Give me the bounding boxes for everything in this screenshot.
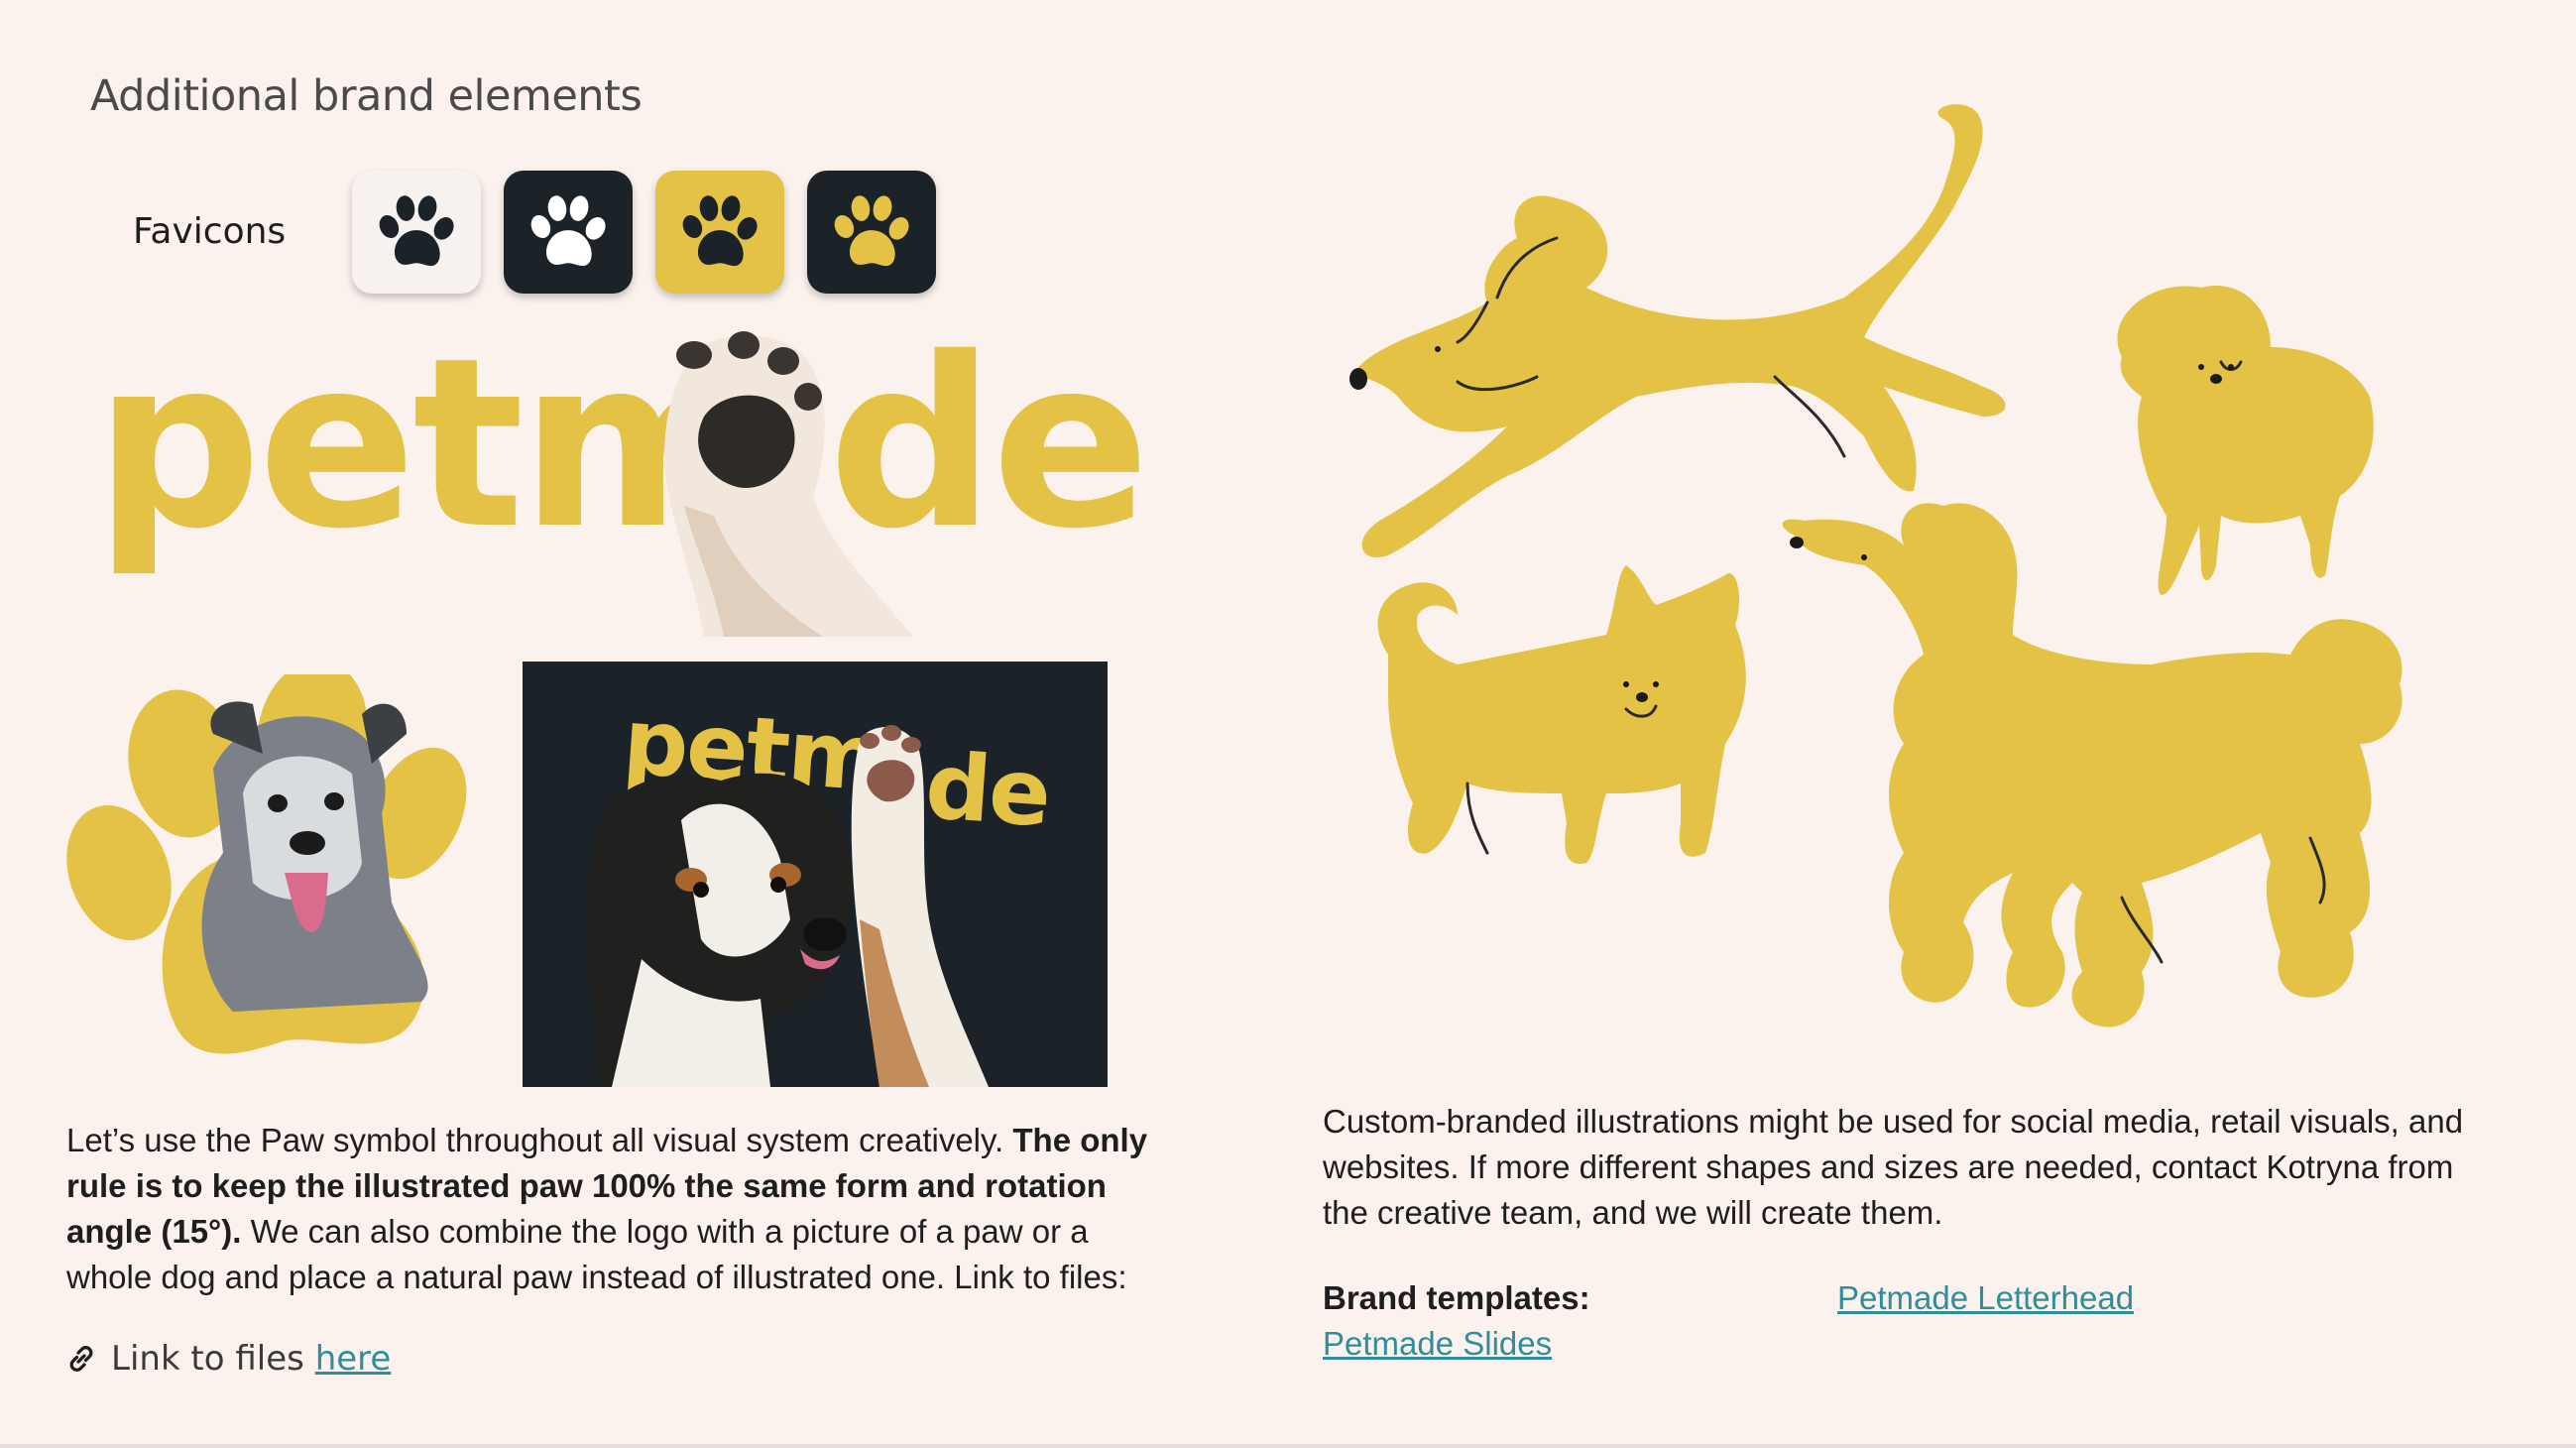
logo-photo-card: petm de (523, 662, 1108, 1087)
paw-icon (682, 195, 758, 267)
link-icon (69, 1346, 93, 1372)
favicon-yellow (655, 171, 784, 294)
favicons-label: Favicons (133, 211, 287, 252)
favicon-dark-white (504, 171, 633, 294)
natural-paw-photo (664, 331, 912, 637)
dog-waving-photo (587, 725, 989, 1087)
paw-icon (379, 195, 454, 267)
letterhead-template-link[interactable]: Petmade Letterhead (1837, 1279, 2134, 1317)
bottom-divider (0, 1444, 2576, 1448)
brand-templates-label: Brand templates: (1323, 1279, 1590, 1316)
paw-usage-paragraph: Let’s use the Paw symbol throughout all … (66, 1118, 1157, 1300)
files-here-link[interactable]: here (315, 1339, 392, 1379)
files-link-row: Link to files here (63, 1339, 391, 1379)
dog-illustrations (1349, 104, 2402, 1027)
slides-template-link[interactable]: Petmade Slides (1323, 1325, 1552, 1363)
dog-in-paw-illustration (66, 674, 467, 1054)
paw-icon (834, 195, 909, 267)
section-heading: Additional brand elements (90, 71, 643, 121)
files-link-text: Link to files (111, 1339, 315, 1379)
favicon-dark-yellow (807, 171, 936, 294)
favicon-light (352, 171, 481, 294)
illustrations-paragraph: Custom-branded illustrations might be us… (1323, 1103, 2464, 1231)
paragraph-part-1: Let’s use the Paw symbol throughout all … (66, 1122, 1013, 1158)
paw-icon (530, 195, 606, 267)
